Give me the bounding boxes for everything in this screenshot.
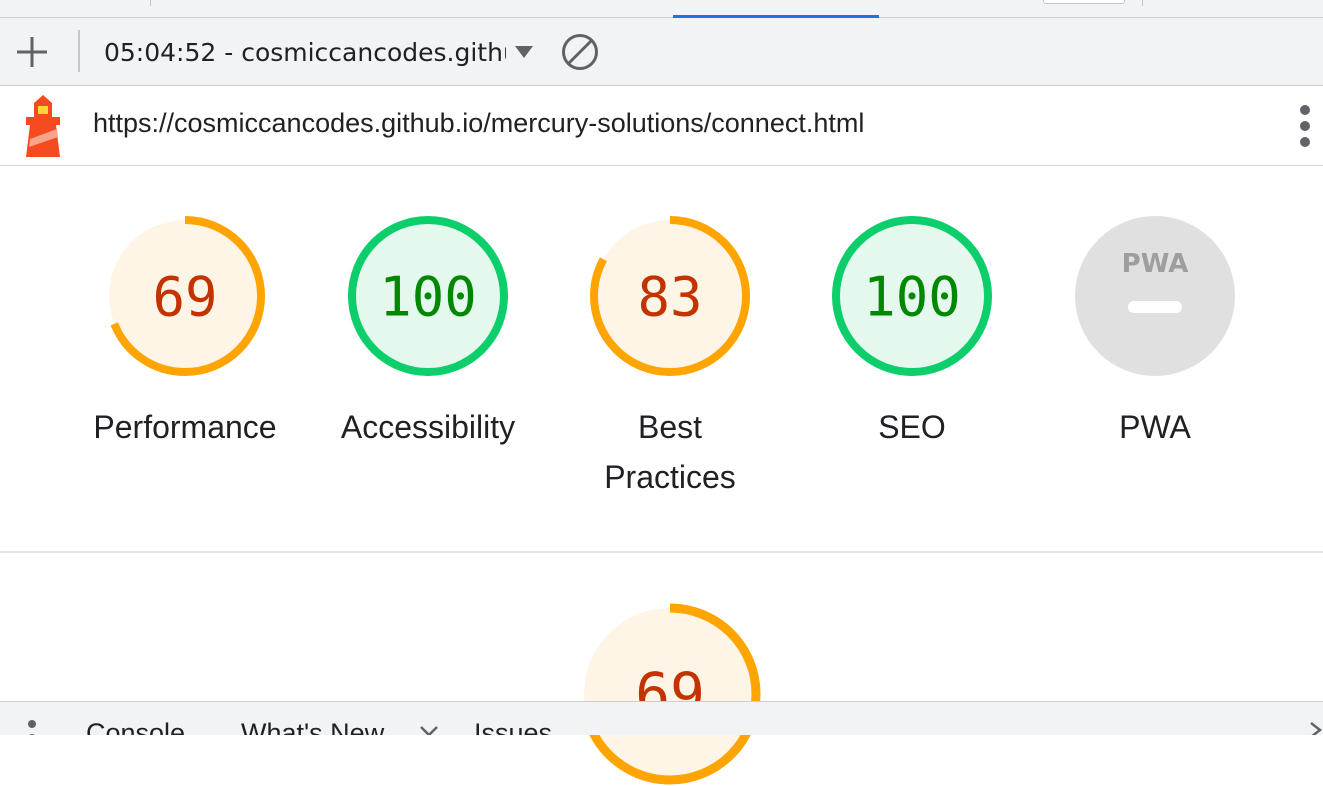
report-url-bar: https://cosmiccancodes.github.io/mercury… xyxy=(0,86,1323,166)
tab-strip-control[interactable] xyxy=(1043,0,1125,4)
gauge-performance-large: 69 xyxy=(568,602,772,786)
lighthouse-toolbar: 05:04:52 - cosmiccancodes.github.io xyxy=(0,18,1323,86)
gauge-label: PWA xyxy=(1119,409,1191,445)
gauge-score: 69 xyxy=(152,266,217,329)
section-divider xyxy=(0,551,1323,553)
drawer-menu-icon[interactable] xyxy=(26,716,38,735)
gauge-seo[interactable]: 100 SEO xyxy=(802,214,1022,452)
report-selector[interactable]: 05:04:52 - cosmiccancodes.github.io xyxy=(104,32,536,72)
gauge-best-practices[interactable]: 83 Best Practices xyxy=(560,214,780,502)
lighthouse-logo-icon xyxy=(26,95,60,157)
drawer-tab-issues[interactable]: Issues xyxy=(474,718,552,735)
gauge-score: 100 xyxy=(379,266,477,329)
chevron-right-icon[interactable] xyxy=(1308,720,1323,735)
gauge-label: Accessibility xyxy=(340,409,516,445)
gauge-ring: 100 xyxy=(348,216,508,376)
clear-reports-button[interactable] xyxy=(560,32,600,72)
devtools-drawer: Console What's New Issues xyxy=(0,701,1323,735)
new-report-button[interactable] xyxy=(14,34,50,70)
gauge-ring: PWA xyxy=(1075,216,1235,376)
close-icon[interactable] xyxy=(418,724,440,735)
gauge-ring: 69 xyxy=(105,216,265,376)
more-options-button[interactable] xyxy=(1290,104,1320,148)
gauge-label: SEO xyxy=(878,409,946,445)
gauge-label: Performance xyxy=(93,409,277,445)
toolbar-divider xyxy=(78,30,80,72)
na-dash-icon xyxy=(1128,301,1182,313)
caret-down-icon xyxy=(515,46,533,58)
devtools-tab-strip xyxy=(0,0,1323,18)
pwa-badge-icon: PWA xyxy=(1122,249,1189,279)
gauge-score: 100 xyxy=(863,266,961,329)
report-selector-value: 05:04:52 - cosmiccancodes.github.io xyxy=(104,37,506,67)
tab-separator xyxy=(150,0,151,6)
report-url[interactable]: https://cosmiccancodes.github.io/mercury… xyxy=(93,108,864,139)
drawer-tab-whats-new[interactable]: What's New xyxy=(241,718,384,735)
block-icon xyxy=(562,34,598,70)
tab-separator xyxy=(1142,0,1143,6)
gauge-score: 83 xyxy=(637,266,702,329)
gauge-label: Best Practices xyxy=(604,409,736,495)
gauge-performance[interactable]: 69 Performance xyxy=(75,214,295,452)
gauge-accessibility[interactable]: 100 Accessibility xyxy=(318,214,538,452)
plus-icon xyxy=(17,37,47,67)
vertical-dots-icon xyxy=(1300,105,1310,147)
gauge-ring: 83 xyxy=(590,216,750,376)
gauge-ring: 100 xyxy=(832,216,992,376)
gauge-ring: 69 xyxy=(579,603,761,785)
drawer-tab-console[interactable]: Console xyxy=(86,718,185,735)
gauge-pwa[interactable]: PWA PWA xyxy=(1045,214,1265,452)
